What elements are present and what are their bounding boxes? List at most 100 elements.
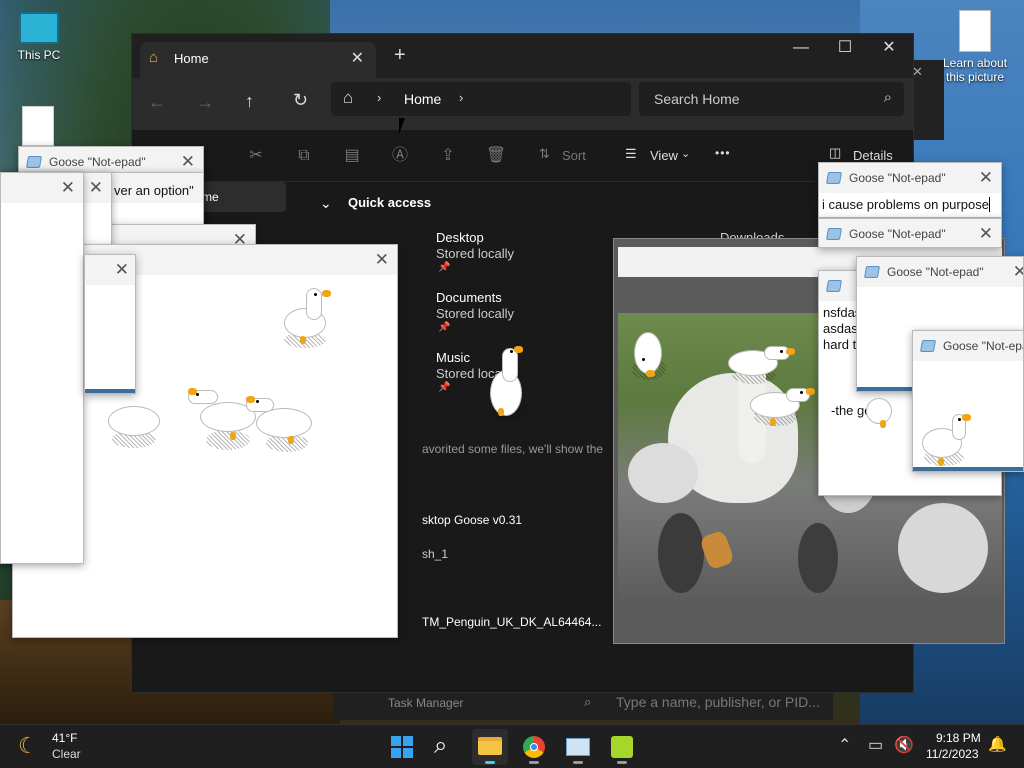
network-icon[interactable]: ▭ [868,735,883,755]
close-icon[interactable]: ✕ [61,178,75,198]
view-button[interactable]: View [650,148,678,163]
minimize-button[interactable]: — [779,34,823,62]
note-text: ver an option" [114,183,194,198]
window-title: Goose "Not-epad" [49,155,146,169]
breadcrumb[interactable]: Home [404,91,441,107]
details-button[interactable]: Details [853,148,893,163]
search-input[interactable]: Search Home [654,91,740,107]
windows-logo-icon [391,736,413,758]
note-text[interactable]: i cause problems on purpose [822,197,989,212]
goose-notepad-window[interactable]: Goose "Not-epad" ✕ [818,218,1002,248]
quick-access-desktop[interactable]: Desktop Stored locally 📌 [434,228,614,280]
explorer-titlebar: ⌂ Home ✕ + — ☐ ✕ [132,34,913,78]
search-icon: ⌕ [883,89,892,106]
taskbar-file-explorer[interactable] [472,729,508,765]
copy-icon[interactable]: ⧉ [290,142,318,170]
close-icon[interactable]: ✕ [181,152,195,172]
goose-notepad-window[interactable]: ✕ [84,254,136,394]
goose-sprite [748,386,818,430]
address-bar[interactable]: ⌂ › Home › [331,82,631,116]
window-title: Goose "Not-epad" [849,227,946,241]
recent-item[interactable]: sh_1 [422,547,448,561]
close-icon[interactable]: ✕ [89,178,103,198]
item-sub: Stored locally [436,246,515,261]
share-icon[interactable]: ⇪ [434,142,462,170]
goose-notepad-window[interactable]: ✕ [0,172,84,564]
clock-time[interactable]: 9:18 PM [936,731,981,745]
notepad-icon [825,172,843,184]
new-tab-button[interactable]: + [394,44,406,67]
chevron-right-icon: › [459,90,464,105]
back-arrow-icon[interactable]: ← [148,92,166,113]
delete-icon[interactable]: 🗑 [482,142,510,170]
goose-sprite [108,396,164,450]
file-icon [959,10,991,52]
sort-button[interactable]: Sort [562,148,586,163]
favorites-note: avorited some files, we'll show the [422,442,604,456]
task-manager-search[interactable]: Type a name, publisher, or PID... [616,694,820,710]
close-icon[interactable]: ✕ [1013,262,1023,282]
close-icon[interactable]: ✕ [912,64,923,80]
refresh-icon[interactable]: ↻ [293,90,308,111]
taskbar-desktop-goose[interactable] [604,729,640,765]
goose-notepad-window[interactable]: Goose "Not-epad" ✕ i cause problems on pu… [818,162,1002,218]
notification-bell-icon[interactable]: 🔔 [988,735,1007,753]
mouse-cursor-icon [399,118,405,134]
item-sub: Stored locally [436,306,515,321]
window-title: Goose "Not-epad" [849,171,946,185]
section-header: Quick access [348,195,432,210]
chevron-down-icon: ⌄ [681,148,691,160]
search-box[interactable]: Search Home ⌕ [639,82,904,116]
more-options-button[interactable]: ••• [715,146,731,160]
goose-sprite [726,344,798,388]
clock-date[interactable]: 11/2/2023 [926,747,979,761]
close-icon[interactable]: ✕ [979,168,993,188]
window-title: Goose "Not-epa [943,339,1024,353]
volume-muted-icon[interactable]: 🔇 [894,735,914,755]
search-icon: ⌕ [434,732,448,759]
forward-arrow-icon[interactable]: → [196,92,214,113]
chevron-down-icon[interactable]: ⌄ [320,195,332,212]
tab-home[interactable]: ⌂ Home ✕ [140,42,376,78]
search-button[interactable]: ⌕ [428,729,464,765]
paste-icon[interactable]: ▤ [338,142,366,170]
close-icon[interactable]: ✕ [351,48,364,68]
quick-access-documents[interactable]: Documents Stored locally 📌 [434,288,614,340]
desktop-icon-label: Learn about this picture [942,56,1008,84]
close-icon[interactable]: ✕ [979,224,993,244]
close-icon[interactable]: ✕ [375,250,389,270]
notepad-icon [25,156,43,168]
weather-temp[interactable]: 41°F [52,731,77,745]
rename-icon[interactable]: Ⓐ [386,142,414,170]
chevron-up-icon[interactable]: ⌃ [838,735,851,755]
text-cursor [988,197,990,212]
desktop-icon-learn-about-picture[interactable]: Learn about this picture [938,10,1012,84]
close-icon[interactable]: ✕ [115,260,129,280]
recent-item[interactable]: sktop Goose v0.31 [422,513,522,527]
chevron-right-icon: › [377,90,382,105]
taskbar-chrome[interactable] [516,729,552,765]
start-button[interactable] [384,729,420,765]
weather-desc[interactable]: Clear [52,747,81,761]
goose-sprite [244,394,318,454]
task-manager-label: Task Manager [388,696,464,710]
desktop-icon-this-pc[interactable]: This PC [2,12,76,62]
up-arrow-icon[interactable]: ↑ [245,91,254,112]
notepad-icon [825,228,843,240]
view-icon: ☰ [625,146,637,161]
window-bottom-bar [85,389,135,393]
goose-sprite [488,344,532,424]
item-name: Documents [436,290,502,305]
sort-icon: ⇅ [539,146,550,161]
taskbar-task-manager[interactable] [560,729,596,765]
notepad-icon [863,266,881,278]
maximize-button[interactable]: ☐ [823,34,867,62]
details-pane-icon: ◫ [829,145,842,160]
command-bar: ✂ ⧉ ▤ Ⓐ ⇪ 🗑 ⇅ Sort ☰ View ⌄ ••• ◫ Detail… [132,130,913,182]
close-button[interactable]: ✕ [867,34,911,62]
file-icon[interactable] [22,106,54,146]
notepad-icon [919,340,937,352]
pin-icon: 📌 [438,322,451,333]
cut-icon[interactable]: ✂ [242,142,270,170]
recent-item[interactable]: TM_Penguin_UK_DK_AL64464... [422,615,601,629]
